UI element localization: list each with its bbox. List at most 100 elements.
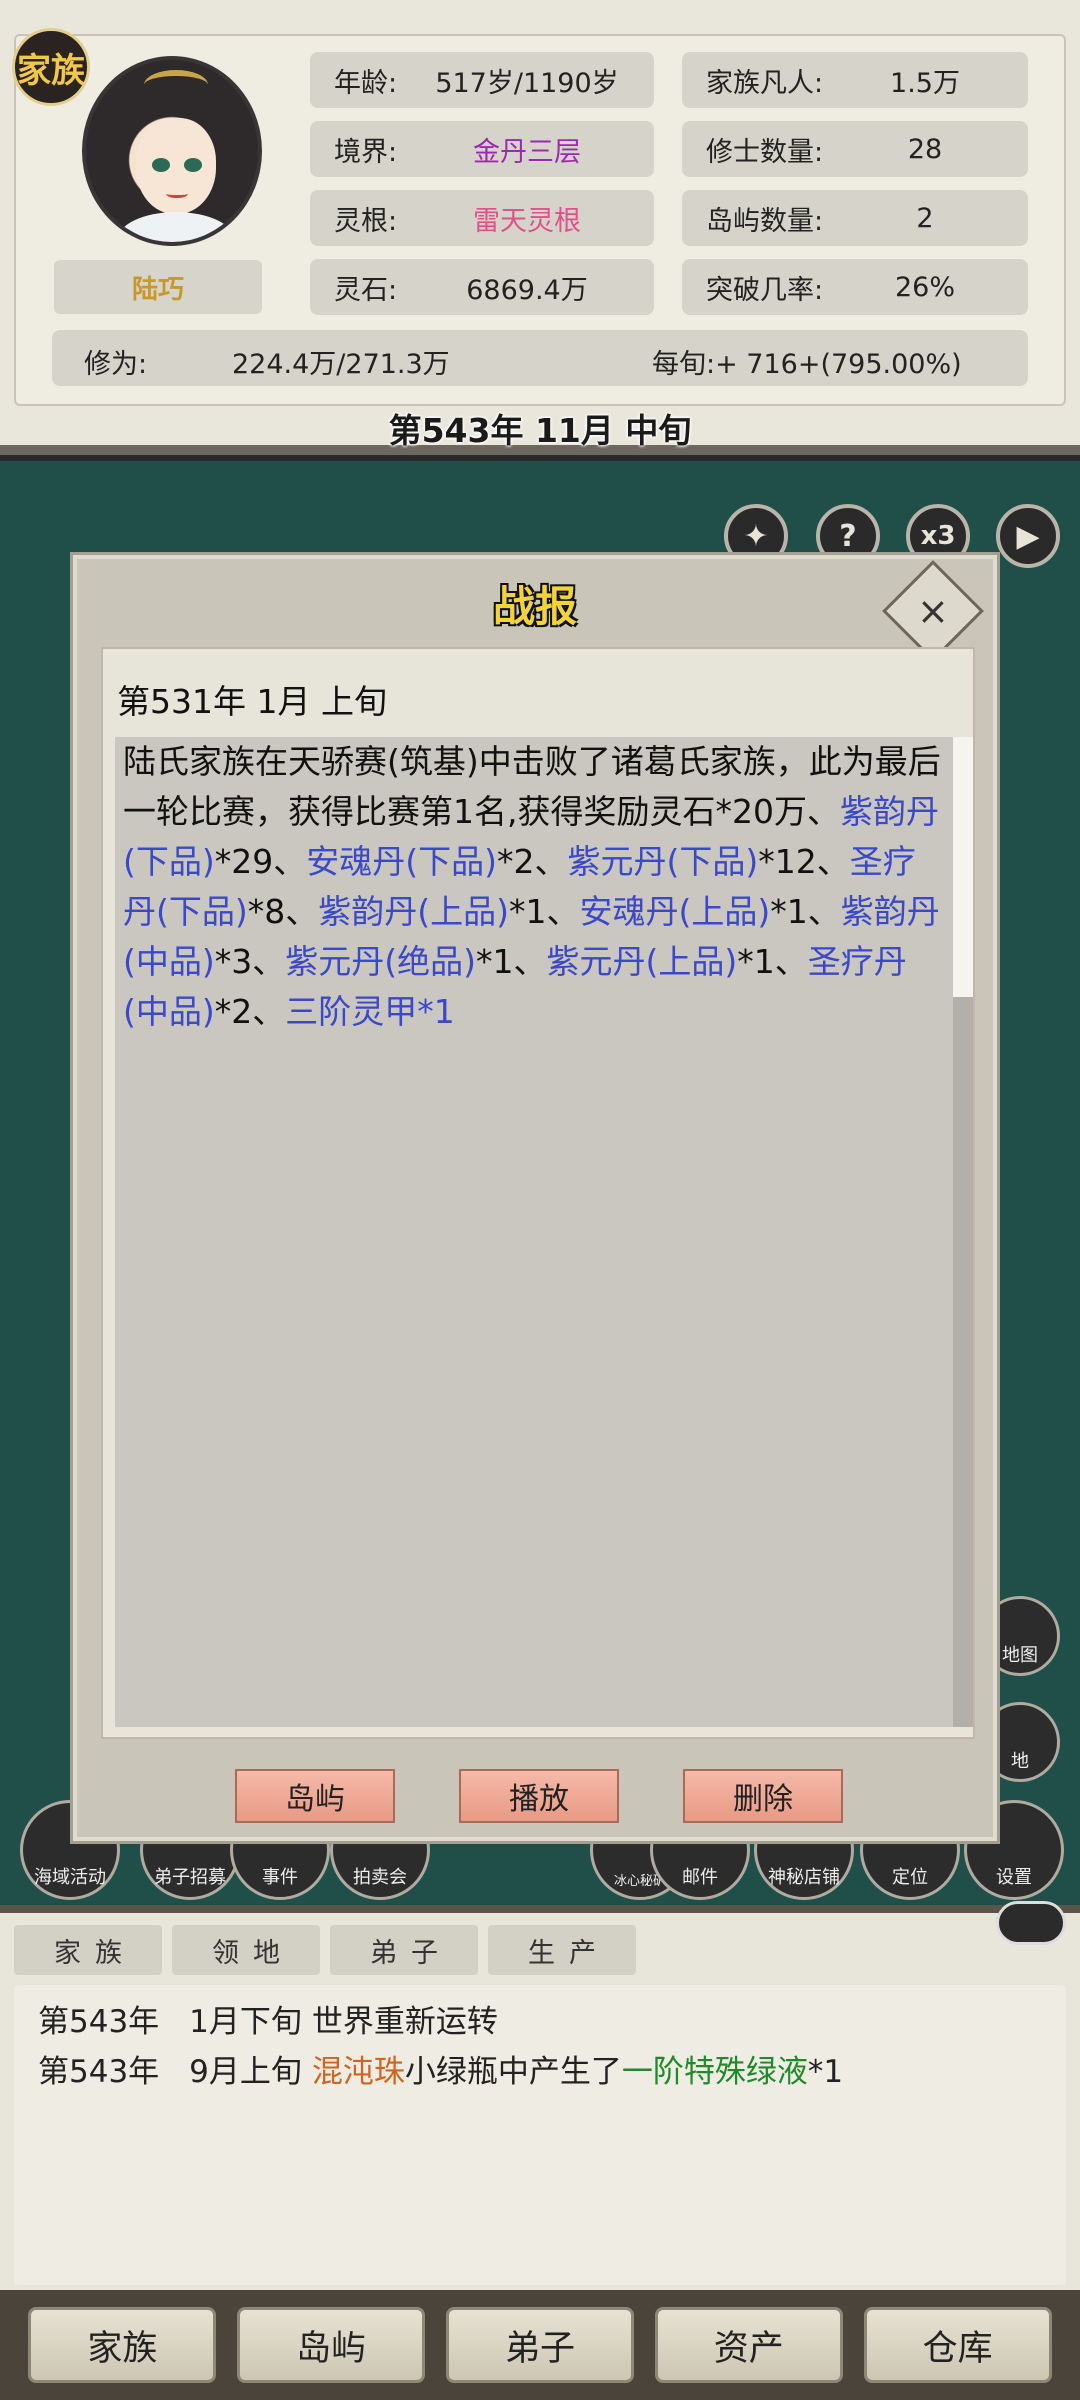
nav-clan[interactable]: 家族 [28,2307,217,2383]
log-tabs: 家族 领地 弟子 生产 [14,1925,636,1975]
feature-label: 地 [1011,1751,1029,1772]
stat-value: 28 [907,133,943,165]
close-icon: × [917,589,949,633]
log-text: 世界重新运转 [311,2004,498,2040]
reward-count: *29 [214,842,274,881]
feature-label: 拍卖会 [353,1867,407,1888]
report-text[interactable]: 陆氏家族在天骄赛(筑基)中击败了诸葛氏家族，此为最后一轮比赛，获得比赛第1名,获… [115,737,953,1727]
dialog-title: 战报 [492,582,577,631]
feature-label: 邮件 [682,1867,718,1888]
stat-spirit-root: 灵根: 雷天灵根 [310,190,654,246]
avatar-robe [116,212,236,242]
tab-clan[interactable]: 家族 [14,1925,162,1975]
reward-count: *1 [509,892,547,931]
play-icon[interactable]: ▶ [996,504,1060,568]
tab-disciples[interactable]: 弟子 [330,1925,478,1975]
reward-separator: 、 [252,992,286,1031]
reward-separator: 、 [285,892,319,931]
reward-item[interactable]: 紫元丹(上品) [547,942,738,981]
character-name: 陆巧 [54,260,262,314]
log-period: 9月上旬 [189,2054,302,2090]
avatar-face [136,118,216,214]
reward-separator: 、 [252,942,286,981]
report-intro: 陆氏家族在天骄赛(筑基)中击败了诸葛氏家族，此为最后一轮比赛，获得比赛第1名,获… [123,742,941,831]
reward-count: *1 [737,942,775,981]
feature-label: 事件 [262,1867,298,1888]
stat-spirit-stones: 灵石: 6869.4万 [310,259,654,315]
stat-value: 金丹三层 [473,136,581,168]
cultivation-bar: 修为: 224.4万/271.3万 每旬:+ 716+(795.00%) [52,330,1028,386]
log-text: 混沌珠 [311,2054,405,2090]
report-panel: 第531年 1月 上旬 陆氏家族在天骄赛(筑基)中击败了诸葛氏家族，此为最后一轮… [101,647,975,1739]
per-period-gain: 每旬:+ 716+(795.00%) [652,349,962,380]
reward-separator: 、 [273,842,307,881]
tab-production[interactable]: 生产 [488,1925,636,1975]
reward-separator: 、 [816,842,850,881]
stat-value: 2 [916,202,934,234]
scrollbar[interactable] [953,737,973,1727]
log-text: 小绿瓶中产生了 [404,2054,622,2090]
island-button[interactable]: 岛屿 [235,1769,395,1823]
avatar-eye [184,158,202,172]
reward-item[interactable]: 紫韵丹(上品) [318,892,509,931]
stat-value: 1.5万 [890,67,960,99]
log-year: 第543年 [38,2004,160,2040]
scrollbar-thumb[interactable] [953,737,973,997]
nav-islands[interactable]: 岛屿 [237,2307,426,2383]
reward-count: *1 [476,942,514,981]
stat-value: 517岁/1190岁 [435,67,619,99]
reward-separator: 、 [807,892,841,931]
log-entries[interactable]: 第543年 1月下旬 世界重新运转 第543年 9月上旬 混沌珠小绿瓶中产生了一阶特殊绿液… [14,1985,1066,2285]
log-entry: 第543年 1月下旬 世界重新运转 [38,1997,1042,2047]
log-year: 第543年 [38,2054,160,2090]
log-period: 1月下旬 [189,2004,302,2040]
feature-label: 神秘店铺 [768,1867,840,1888]
nav-disciples[interactable]: 弟子 [445,2307,634,2383]
reward-item[interactable]: 紫元丹(下品) [568,842,759,881]
reward-separator: 、 [534,842,568,881]
cultivation-label: 修为: [84,349,148,380]
report-date: 第531年 1月 上旬 [117,682,387,721]
bottom-nav: 家族 岛屿 弟子 资产 仓库 [0,2290,1080,2400]
reward-count: *8 [247,892,286,931]
stat-value: 26% [894,271,955,303]
reward-separator: 、 [546,892,580,931]
avatar-crown [144,70,208,100]
character-avatar[interactable] [82,56,262,246]
stat-age: 年龄: 517岁/1190岁 [310,52,654,108]
avatar-eye [152,158,170,172]
stat-realm: 境界: 金丹三层 [310,121,654,177]
reward-item[interactable]: 安魂丹(上品) [580,892,771,931]
feature-label: 地图 [1002,1645,1038,1666]
stat-cultivators: 修士数量: 28 [682,121,1028,177]
character-panel: 家族 陆巧 年龄: 517岁/1190岁 境界: 金丹三层 灵根: 雷天灵根 灵… [0,0,1080,455]
reward-count: *3 [214,942,253,981]
battle-report-dialog: 战报 × 第531年 1月 上旬 陆氏家族在天骄赛(筑基)中击败了诸葛氏家族，此… [70,552,1000,1844]
nav-assets[interactable]: 资产 [654,2307,843,2383]
tab-territory[interactable]: 领地 [172,1925,320,1975]
stat-value: 6869.4万 [466,274,588,306]
play-button[interactable]: 播放 [459,1769,619,1823]
toggle-icon[interactable] [996,1901,1066,1945]
feature-label: 海域活动 [34,1867,106,1888]
reward-item[interactable]: 安魂丹(下品) [306,842,497,881]
delete-button[interactable]: 删除 [683,1769,843,1823]
reward-item[interactable]: 三阶灵甲*1 [285,992,455,1031]
cultivation-value: 224.4万/271.3万 [232,349,450,380]
clan-badge[interactable]: 家族 [12,28,90,106]
stat-islands: 岛屿数量: 2 [682,190,1028,246]
avatar-mouth [166,190,188,198]
reward-item[interactable]: 紫元丹(绝品) [285,942,476,981]
nav-warehouse[interactable]: 仓库 [863,2307,1052,2383]
reward-count: *2 [214,992,253,1031]
log-text: 一阶特殊绿液 [621,2054,808,2090]
log-entry: 第543年 9月上旬 混沌珠小绿瓶中产生了一阶特殊绿液*1 [38,2047,1042,2097]
reward-separator: 、 [513,942,547,981]
game-date: 第543年 11月 中旬 [388,411,692,450]
stat-value: 雷天灵根 [473,205,581,237]
stat-mortals: 家族凡人: 1.5万 [682,52,1028,108]
stat-breakthrough: 突破几率: 26% [682,259,1028,315]
feature-label: 定位 [892,1867,928,1888]
log-text: *1 [807,2054,844,2090]
reward-separator: 、 [774,942,808,981]
